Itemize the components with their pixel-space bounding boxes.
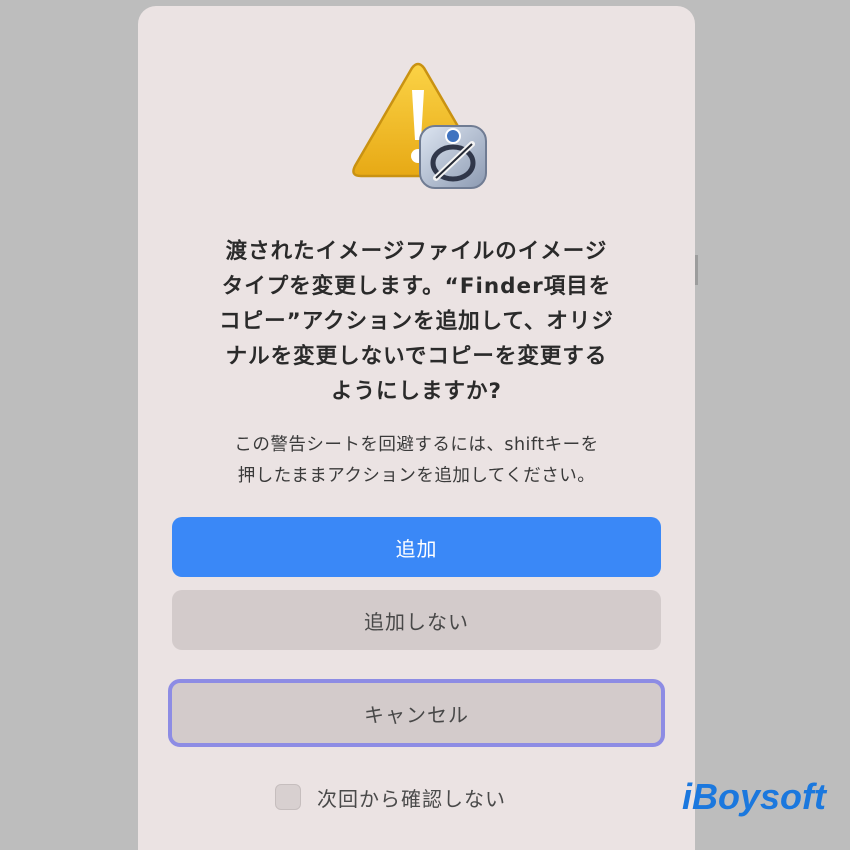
iboysoft-logo-icon: iBoysoft: [682, 776, 828, 817]
alert-title-line: コピー”アクションを追加して、オリジ: [219, 309, 614, 334]
alert-icon-group: [350, 62, 490, 196]
automator-robot-icon: [419, 125, 487, 189]
alert-informative-text: この警告シートを回避するには、shiftキーを 押したままアクションを追加してく…: [178, 430, 655, 492]
suppress-checkbox-row[interactable]: 次回から確認しない: [275, 781, 506, 813]
alert-info-line: この警告シートを回避するには、shiftキーを: [234, 435, 599, 455]
add-button[interactable]: 追加: [172, 517, 661, 577]
iboysoft-watermark: iBoysoft: [680, 773, 850, 819]
alert-dialog: 渡されたイメージファイルのイメージ タイプを変更します。“Finder項目を コ…: [138, 6, 695, 850]
alert-info-line: 押したままアクションを追加してください。: [237, 466, 596, 486]
cancel-button[interactable]: キャンセル: [168, 679, 665, 747]
alert-title: 渡されたイメージファイルのイメージ タイプを変更します。“Finder項目を コ…: [178, 234, 655, 409]
suppress-checkbox[interactable]: [275, 784, 301, 810]
dont-add-button[interactable]: 追加しない: [172, 590, 661, 650]
background-window-edge: [695, 255, 698, 285]
warning-triangle-icon: [352, 62, 487, 189]
watermark-text: iBoysoft: [682, 776, 828, 817]
alert-title-line: 渡されたイメージファイルのイメージ: [225, 239, 608, 264]
suppress-checkbox-label[interactable]: 次回から確認しない: [317, 783, 506, 812]
alert-title-line: ようにしますか?: [331, 379, 502, 404]
alert-title-line: タイプを変更します。“Finder項目を: [221, 274, 612, 299]
alert-title-line: ナルを変更しないでコピーを変更する: [225, 344, 608, 369]
